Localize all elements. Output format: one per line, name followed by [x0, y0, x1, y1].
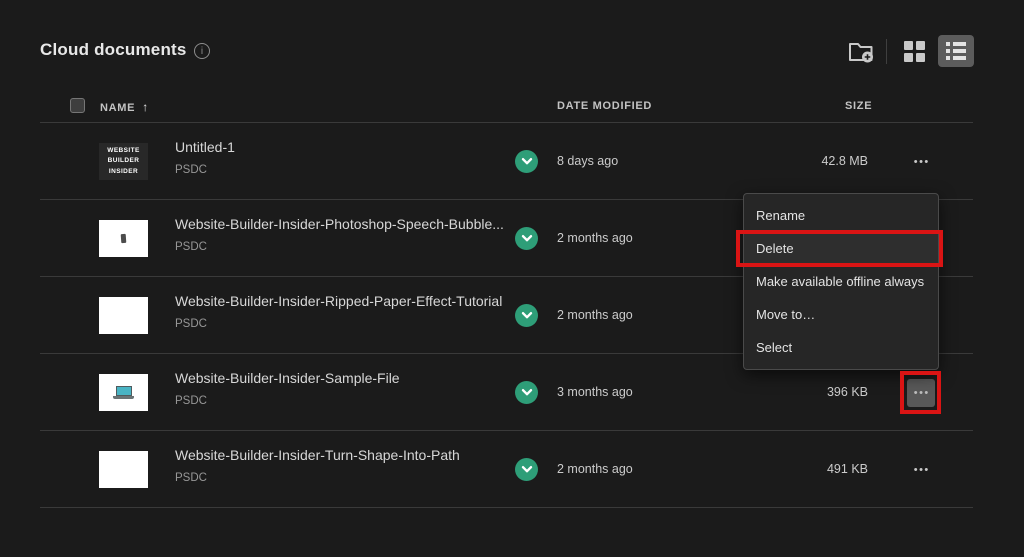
cloud-synced-icon — [515, 381, 538, 404]
new-folder-button[interactable] — [846, 38, 876, 65]
document-type: PSDC — [175, 472, 460, 484]
more-options-button[interactable]: ••• — [907, 148, 935, 176]
date-modified: 8 days ago — [557, 154, 618, 168]
cloud-synced-icon — [515, 458, 538, 481]
file-size: 491 KB — [827, 462, 868, 476]
document-title: Website-Builder-Insider-Photoshop-Speech… — [175, 216, 504, 233]
menu-item-delete[interactable]: Delete — [744, 232, 938, 265]
document-thumbnail — [99, 451, 148, 488]
file-size: 42.8 MB — [821, 154, 868, 168]
list-view-button-selected[interactable] — [938, 35, 974, 67]
document-row-untitled-1[interactable]: WEBSITE BUILDER INSIDER Untitled-1 PSDC … — [40, 123, 973, 200]
grid-view-button[interactable] — [901, 39, 927, 64]
more-options-button-active[interactable]: ••• — [907, 379, 935, 407]
column-header-name[interactable]: NAME↑ — [100, 100, 148, 114]
document-type: PSDC — [175, 318, 502, 330]
menu-item-make-available-offline[interactable]: Make available offline always — [744, 265, 938, 298]
cloud-documents-screen: Cloud documents i NAME↑ DATE MODIFIED SI… — [0, 0, 1024, 557]
thumbnail-glyph — [121, 234, 127, 243]
date-modified: 2 months ago — [557, 308, 633, 322]
date-modified: 2 months ago — [557, 462, 633, 476]
sort-ascending-icon: ↑ — [142, 100, 148, 114]
more-options-icon: ••• — [912, 156, 930, 168]
list-icon — [946, 42, 966, 60]
context-menu: Rename Delete Make available offline alw… — [743, 193, 939, 370]
document-thumbnail: WEBSITE BUILDER INSIDER — [99, 143, 148, 180]
page-title: Cloud documents — [40, 40, 187, 60]
more-options-icon: ••• — [912, 387, 930, 399]
info-icon[interactable]: i — [194, 43, 210, 59]
toolbar-divider — [886, 39, 887, 64]
document-type: PSDC — [175, 395, 400, 407]
document-thumbnail — [99, 220, 148, 257]
document-row-turn-shape-into-path[interactable]: Website-Builder-Insider-Turn-Shape-Into-… — [40, 431, 973, 508]
cloud-synced-icon — [515, 227, 538, 250]
document-type: PSDC — [175, 241, 504, 253]
folder-plus-icon — [848, 40, 875, 64]
date-modified: 3 months ago — [557, 385, 633, 399]
document-title: Website-Builder-Insider-Ripped-Paper-Eff… — [175, 293, 502, 310]
document-title: Website-Builder-Insider-Turn-Shape-Into-… — [175, 447, 460, 464]
menu-item-move-to[interactable]: Move to… — [744, 298, 938, 331]
column-header-date-modified: DATE MODIFIED — [557, 100, 652, 112]
more-options-button[interactable]: ••• — [907, 456, 935, 484]
column-header-size: SIZE — [845, 100, 872, 112]
document-thumbnail — [99, 297, 148, 334]
more-options-icon: ••• — [912, 464, 930, 476]
grid-icon — [904, 41, 925, 62]
document-title: Untitled-1 — [175, 139, 235, 156]
document-type: PSDC — [175, 164, 235, 176]
document-title: Website-Builder-Insider-Sample-File — [175, 370, 400, 387]
menu-item-select[interactable]: Select — [744, 331, 938, 364]
cloud-synced-icon — [515, 304, 538, 327]
laptop-icon — [113, 386, 134, 399]
select-all-checkbox[interactable] — [70, 98, 85, 113]
document-thumbnail — [99, 374, 148, 411]
menu-item-rename[interactable]: Rename — [744, 199, 938, 232]
cloud-synced-icon — [515, 150, 538, 173]
file-size: 396 KB — [827, 385, 868, 399]
date-modified: 2 months ago — [557, 231, 633, 245]
